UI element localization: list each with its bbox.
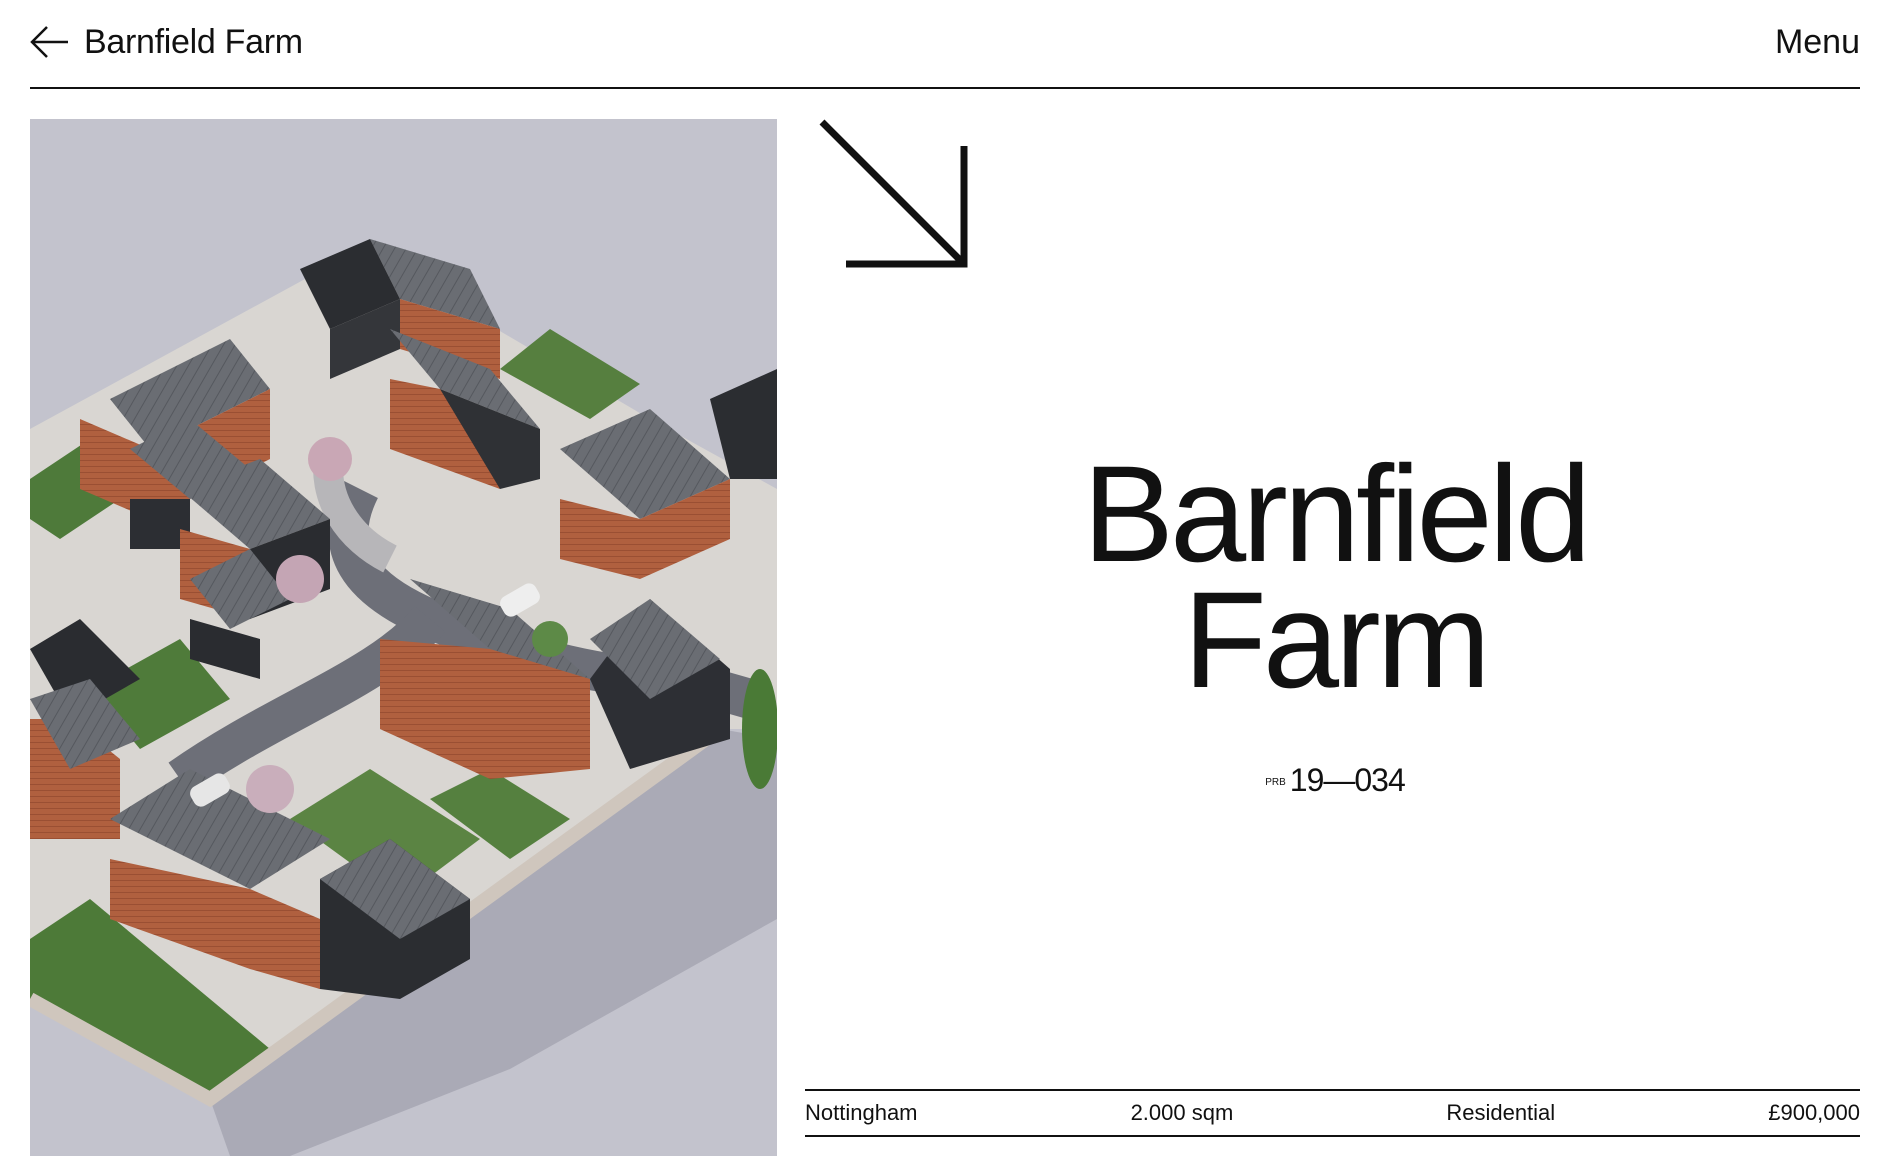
fact-area: 2.000 sqm [1130, 1100, 1234, 1125]
project-title-line-1: Barnfield [1082, 438, 1592, 591]
arrow-down-right-icon [818, 118, 970, 275]
project-title: Barnfield Farm [805, 438, 1865, 717]
project-code: PRB 19—034 [805, 760, 1865, 803]
project-title-line-2: Farm [1183, 564, 1491, 717]
menu-button[interactable]: Menu [1775, 20, 1860, 64]
fact-type: Residential [1446, 1100, 1556, 1125]
project-code-number: 19—034 [1289, 762, 1406, 798]
arrow-left-icon [30, 25, 70, 59]
project-code-prefix: PRB [1265, 776, 1286, 788]
back-link[interactable]: Barnfield Farm [30, 20, 303, 64]
project-facts-bar: Nottingham 2.000 sqm Residential £900,00… [805, 1089, 1860, 1137]
project-hero-image [30, 119, 777, 1156]
fact-location: Nottingham [805, 1100, 918, 1125]
fact-price: £900,000 [1768, 1100, 1860, 1125]
site-header: Barnfield Farm Menu [30, 0, 1860, 89]
site-title: Barnfield Farm [84, 23, 303, 61]
